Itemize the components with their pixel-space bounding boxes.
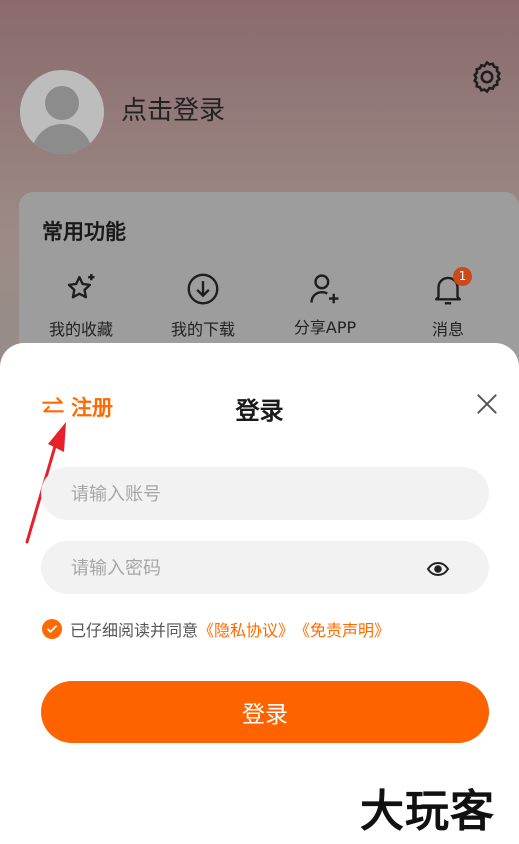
share-app-button[interactable]: 分享APP (270, 270, 380, 338)
messages-button[interactable]: 消息 (393, 270, 503, 340)
login-sheet-title: 登录 (235, 397, 284, 425)
message-count-badge: 1 (453, 267, 472, 286)
favorites-button[interactable]: 我的收藏 (26, 270, 136, 340)
favorites-label: 我的收藏 (48, 320, 113, 339)
share-app-label: 分享APP (293, 318, 357, 337)
downloads-label: 我的下载 (170, 320, 235, 339)
downloads-button[interactable]: 我的下载 (148, 270, 258, 340)
show-password-eye-icon[interactable] (426, 557, 450, 581)
click-to-login-text[interactable]: 点击登录 (121, 93, 225, 129)
password-input[interactable] (69, 541, 433, 596)
star-plus-icon (67, 273, 95, 299)
login-button[interactable]: 登录 (41, 681, 489, 743)
download-icon (187, 273, 219, 305)
checkmark-icon (47, 625, 57, 633)
privacy-policy-link[interactable]: 《隐私协议》 (198, 617, 294, 641)
avatar-body-shape (32, 124, 92, 154)
agreement-text: 已仔细阅读并同意 (70, 621, 199, 640)
account-input[interactable] (69, 467, 433, 522)
settings-gear-icon[interactable] (468, 58, 506, 96)
agreement-row: 已仔细阅读并同意 《隐私协议》 《免责声明》 (42, 617, 390, 641)
user-add-icon (310, 274, 339, 304)
avatar[interactable] (20, 70, 104, 154)
disclaimer-link[interactable]: 《免责声明》 (294, 617, 390, 641)
account-field[interactable] (41, 467, 489, 522)
messages-label: 消息 (431, 320, 464, 339)
avatar-head-shape (45, 86, 79, 120)
agree-checkbox[interactable] (42, 619, 62, 639)
watermark-logo: 大玩客 (360, 786, 495, 837)
password-field[interactable] (41, 541, 489, 596)
close-icon[interactable] (474, 391, 500, 417)
common-functions-title: 常用功能 (42, 220, 126, 244)
